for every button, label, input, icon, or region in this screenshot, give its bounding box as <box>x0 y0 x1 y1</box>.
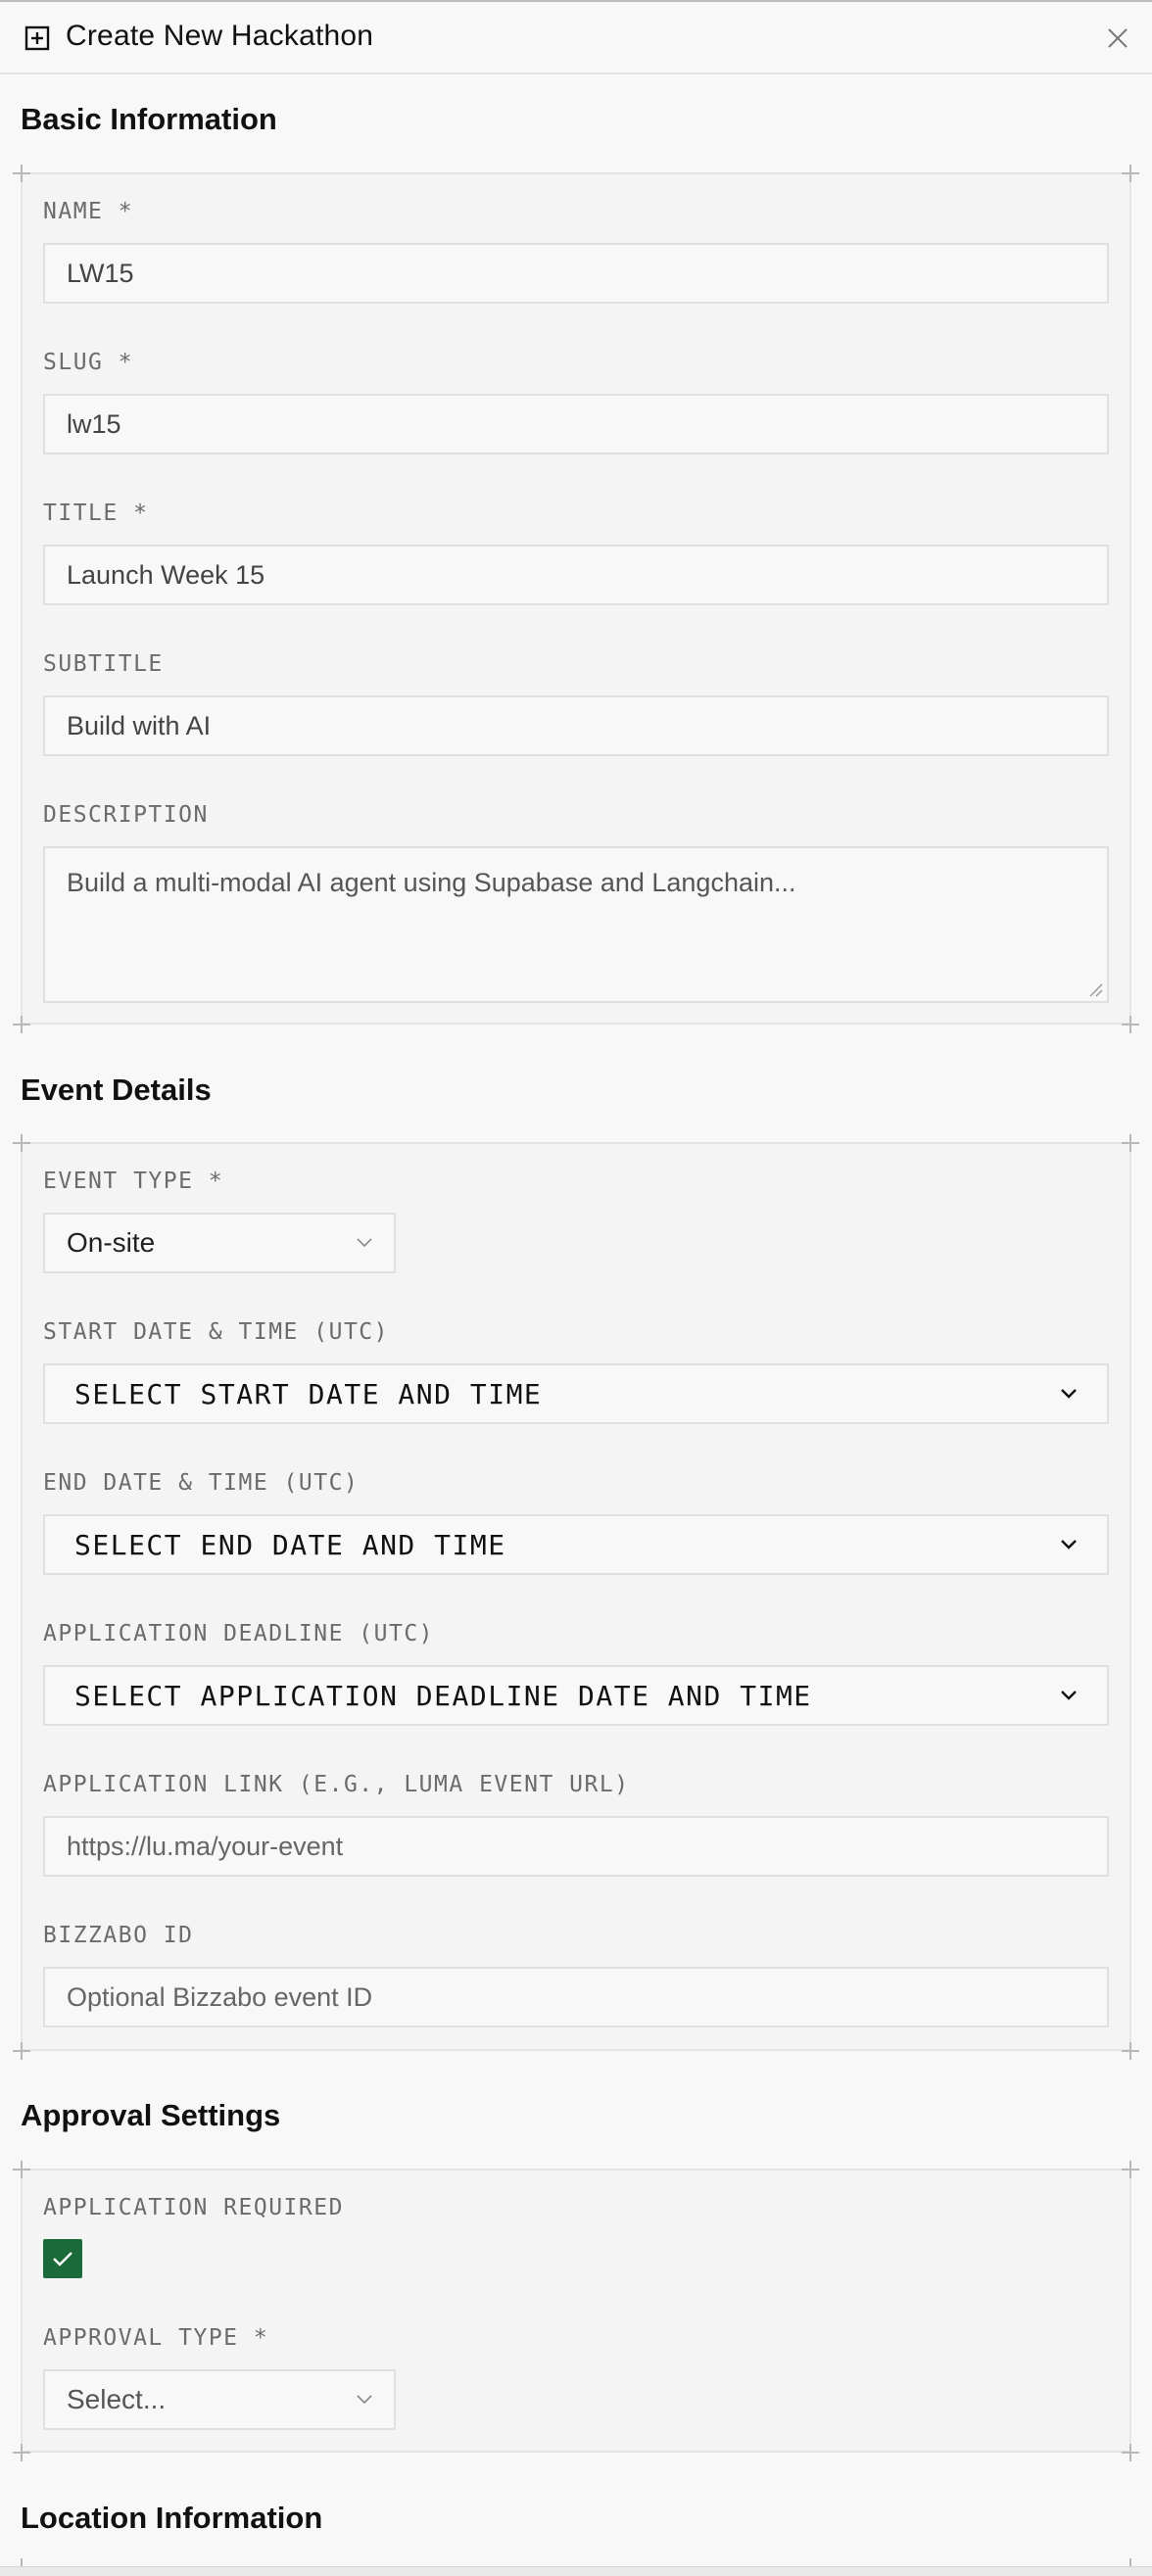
chevron-down-icon <box>357 2395 372 2405</box>
corner-mark <box>13 1016 30 1033</box>
deadline-picker[interactable]: SELECT APPLICATION DEADLINE DATE AND TIM… <box>43 1665 1109 1726</box>
approval-type-select[interactable]: Select... <box>43 2369 396 2430</box>
chevron-down-icon <box>1061 1540 1077 1550</box>
checkmark-icon <box>53 2252 72 2266</box>
section-title-event: Event Details <box>21 1073 212 1107</box>
event-type-label: EVENT TYPE * <box>43 1169 224 1194</box>
close-button[interactable] <box>1103 24 1132 53</box>
description-placeholder: Build a multi-modal AI agent using Supab… <box>67 868 796 897</box>
chevron-down-icon <box>1061 1389 1077 1399</box>
bizzabo-id-label: BIZZABO ID <box>43 1923 194 1948</box>
title-input[interactable]: Launch Week 15 <box>43 545 1109 605</box>
application-required-label: APPLICATION REQUIRED <box>43 2195 344 2220</box>
end-date-picker[interactable]: SELECT END DATE AND TIME <box>43 1514 1109 1575</box>
corner-mark <box>13 2161 30 2178</box>
event-type-select[interactable]: On-site <box>43 1213 396 1273</box>
corner-mark <box>13 2042 30 2060</box>
close-icon <box>1108 28 1128 48</box>
slug-label: SLUG * <box>43 350 134 375</box>
corner-mark <box>1122 2444 1139 2461</box>
dialog-header: Create New Hackathon <box>0 2 1152 74</box>
event-type-value: On-site <box>67 1227 156 1258</box>
start-date-placeholder: SELECT START DATE AND TIME <box>74 1377 543 1410</box>
approval-type-label: APPROVAL TYPE * <box>43 2325 269 2351</box>
end-date-placeholder: SELECT END DATE AND TIME <box>74 1528 506 1561</box>
deadline-label: APPLICATION DEADLINE (UTC) <box>43 1621 435 1646</box>
chevron-down-icon <box>357 1238 372 1248</box>
name-input[interactable]: LW15 <box>43 243 1109 304</box>
approval-type-value: Select... <box>67 2384 167 2414</box>
dialog-title: Create New Hackathon <box>66 20 374 52</box>
location-panel-edge <box>0 2566 1152 2576</box>
subtitle-label: SUBTITLE <box>43 651 164 677</box>
chevron-down-icon <box>1061 1691 1077 1700</box>
add-square-icon <box>24 25 50 51</box>
corner-mark <box>1122 1016 1139 1033</box>
application-required-checkbox[interactable] <box>43 2239 82 2278</box>
end-date-label: END DATE & TIME (UTC) <box>43 1470 360 1496</box>
corner-mark <box>13 1134 30 1152</box>
title-label: TITLE * <box>43 501 149 526</box>
corner-mark <box>13 165 30 182</box>
application-link-input[interactable]: https://lu.ma/your-event <box>43 1816 1109 1877</box>
corner-mark <box>1122 2042 1139 2060</box>
start-date-label: START DATE & TIME (UTC) <box>43 1319 389 1345</box>
subtitle-input[interactable]: Build with AI <box>43 695 1109 756</box>
slug-input[interactable]: lw15 <box>43 394 1109 454</box>
start-date-picker[interactable]: SELECT START DATE AND TIME <box>43 1363 1109 1424</box>
section-title-approval: Approval Settings <box>21 2098 281 2132</box>
deadline-placeholder: SELECT APPLICATION DEADLINE DATE AND TIM… <box>74 1679 812 1712</box>
corner-mark <box>1122 165 1139 182</box>
description-textarea[interactable]: Build a multi-modal AI agent using Supab… <box>43 846 1109 1003</box>
corner-mark <box>1122 1134 1139 1152</box>
section-title-location: Location Information <box>21 2501 323 2535</box>
name-label: NAME * <box>43 199 134 224</box>
description-label: DESCRIPTION <box>43 802 209 828</box>
section-title-basic: Basic Information <box>21 102 277 136</box>
corner-mark <box>1122 2161 1139 2178</box>
bizzabo-id-input[interactable]: Optional Bizzabo event ID <box>43 1967 1109 2027</box>
corner-mark <box>13 2444 30 2461</box>
application-link-label: APPLICATION LINK (E.G., LUMA EVENT URL) <box>43 1772 630 1797</box>
event-details-panel <box>21 1142 1131 2051</box>
resize-handle-icon[interactable] <box>1087 981 1103 997</box>
